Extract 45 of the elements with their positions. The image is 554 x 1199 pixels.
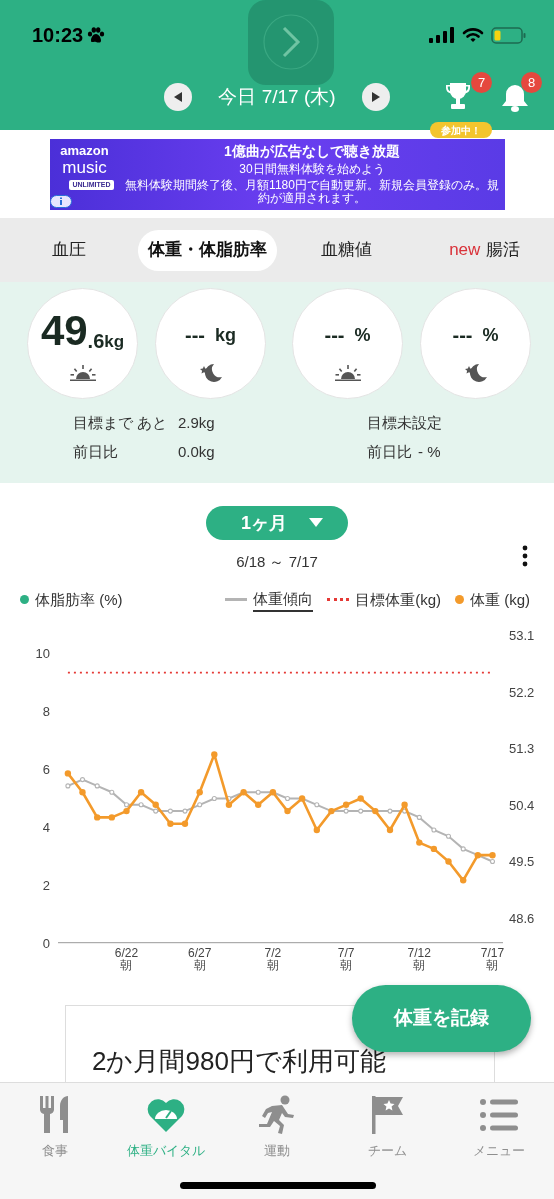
stat-value: 0.0kg (178, 442, 215, 463)
reading-value: --- (185, 322, 205, 348)
axis-label: 7/7 朝 (337, 946, 355, 971)
axis-label: 2 (42, 877, 50, 893)
count-badge: 7 (471, 72, 492, 93)
axis-label: 7/12 朝 (407, 946, 431, 971)
axis-label: 52.2 (509, 684, 535, 700)
status-tag: 参加中！ (430, 122, 492, 138)
date-label: 今日 7/17 (木) (217, 85, 337, 109)
reading-decimal: .6 (87, 328, 105, 353)
stat-label: 前日比 (73, 442, 119, 463)
ad-fine-print: 無料体験期間終了後、月額1180円で自動更新。新規会員登録のみ。規約が適用されます。 (124, 178, 500, 205)
reading-unit: % (354, 323, 371, 347)
axis-label: 4 (42, 819, 50, 835)
reading-unit: % (482, 323, 499, 347)
axis-label: 50.4 (509, 797, 535, 813)
count-badge: 8 (521, 72, 542, 93)
axis-label: 48.6 (509, 910, 535, 926)
stat-label: 前日比 (367, 442, 413, 463)
axis-label: 49.5 (509, 853, 535, 869)
reading-value: 49 (40, 308, 88, 353)
ad-subline: 30日間無料体験を始めよう (239, 160, 385, 177)
axis-label: 6/27 朝 (187, 946, 212, 971)
reading-unit: kg (104, 330, 125, 353)
reading-value: --- (324, 322, 345, 348)
stat-value: 2.9kg (178, 413, 215, 434)
axis-label: 7/17 朝 (480, 946, 505, 971)
brand-logo-text: music (62, 157, 107, 178)
axis-label: 8 (42, 703, 50, 719)
axis-label: 0 (42, 935, 50, 951)
clock-time: 10:23 (32, 23, 84, 48)
axis-label: 7/2 朝 (264, 946, 282, 971)
ad-headline: 1億曲が広告なしで聴き放題 (224, 141, 400, 161)
brand-logo-text: amazon (60, 142, 109, 158)
reading-value: --- (452, 322, 473, 348)
date-range: 6/18 ～ 7/17 (236, 552, 318, 572)
axis-label: 6/22 朝 (114, 946, 139, 971)
stat-label: 目標まで あと (73, 413, 169, 434)
reading-unit: kg (215, 323, 236, 347)
stat-label: 目標未設定 (367, 413, 442, 434)
axis-label: 6 (42, 761, 50, 777)
axis-label: 10 (35, 645, 50, 661)
stat-value: - % (418, 442, 441, 463)
axis-label: 51.3 (509, 740, 535, 756)
axis-label: 53.1 (509, 627, 535, 643)
